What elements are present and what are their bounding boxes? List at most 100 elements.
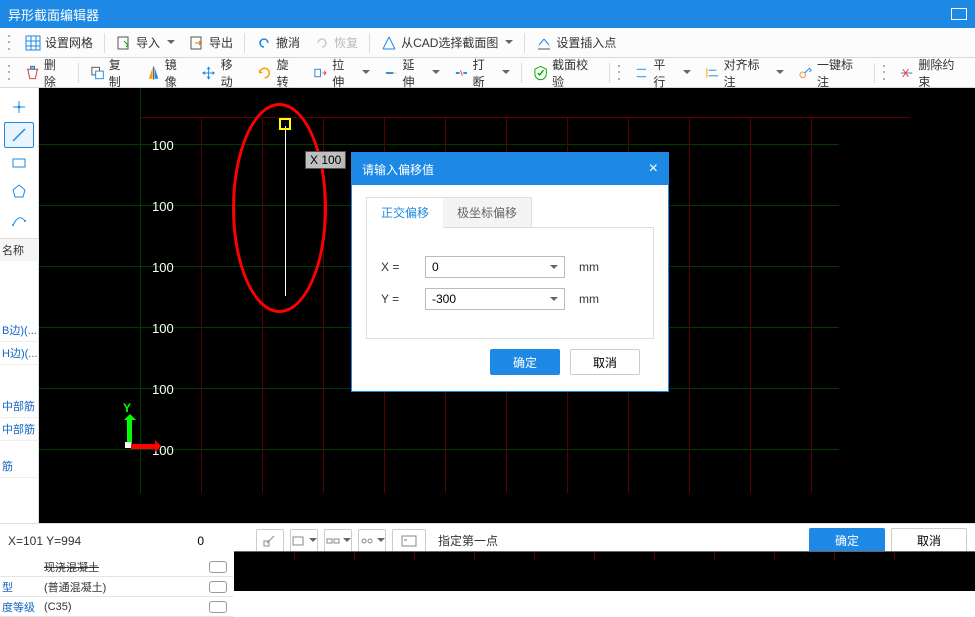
toolbar-grip-icon (8, 33, 14, 53)
grid-line (201, 117, 202, 493)
coordinate-readout: X=101 Y=994 (8, 534, 158, 548)
ruler-label: 100 (152, 260, 174, 275)
property-item[interactable]: 中部筋 (0, 418, 39, 441)
ruler-label: 100 (152, 321, 174, 336)
toolbar-edit: 删除 复制 镜像 移动 旋转 拉伸 延伸 打断 截面校验 平行 (0, 58, 975, 88)
status-ok-button[interactable]: 确定 (809, 528, 885, 554)
point-icon (11, 99, 27, 115)
dialog-ok-button[interactable]: 确定 (490, 349, 560, 375)
separator (369, 33, 370, 53)
curve-icon (11, 211, 27, 227)
window-title: 异形截面编辑器 (8, 5, 99, 24)
delete-icon (25, 65, 40, 81)
row-label: 型 (0, 579, 40, 595)
separator (609, 63, 610, 83)
delete-label: 删除 (44, 56, 67, 90)
close-icon[interactable]: × (649, 160, 658, 178)
break-icon (454, 65, 469, 81)
ruler-label: 100 (152, 138, 174, 153)
annotation-ellipse (232, 103, 327, 313)
status-cancel-button[interactable]: 取消 (891, 528, 967, 554)
x-input[interactable]: 0 (425, 256, 565, 278)
grid-line (689, 117, 690, 493)
separator (874, 63, 875, 83)
undo-label: 撤消 (276, 34, 300, 51)
snap-center-button[interactable] (324, 529, 352, 553)
snap-endpoint-button[interactable] (256, 529, 284, 553)
chevron-down-icon (502, 70, 510, 78)
property-item[interactable]: 筋 (0, 455, 39, 478)
dialog-content: X = 0 mm Y = -300 mm (366, 227, 654, 339)
x-value: 0 (432, 260, 439, 274)
terminal-icon (401, 533, 417, 549)
stretch-label: 拉伸 (332, 56, 354, 90)
align-icon (705, 65, 720, 81)
polygon-tool[interactable] (4, 178, 34, 204)
chevron-down-icon (683, 70, 691, 78)
rect-icon (11, 155, 27, 171)
break-label: 打断 (473, 56, 495, 90)
chevron-down-icon (377, 538, 385, 546)
unit-label: mm (579, 292, 599, 306)
grid-line (811, 117, 812, 493)
unit-label: mm (579, 260, 599, 274)
line-tool[interactable] (4, 122, 34, 148)
onekey-label: 一键标注 (817, 56, 863, 90)
set-grid-label: 设置网格 (45, 34, 93, 51)
tab-polar[interactable]: 极坐标偏移 (443, 198, 531, 228)
check-icon (533, 65, 548, 81)
chevron-down-icon (550, 297, 558, 305)
rect-tool[interactable] (4, 150, 34, 176)
row-label: 度等级 (0, 599, 40, 615)
offset-dialog: 请输入偏移值 × 正交偏移 极坐标偏移 X = 0 mm Y = -300 mm… (351, 152, 669, 392)
verify-label: 截面校验 (552, 56, 598, 90)
drawn-line (285, 126, 286, 296)
line-icon (11, 127, 27, 143)
curve-tool[interactable] (4, 206, 34, 232)
x-label: X = (381, 260, 411, 274)
snap-node-button[interactable] (358, 529, 386, 553)
tab-ortho[interactable]: 正交偏移 (367, 198, 443, 228)
property-row[interactable]: 度等级 (C35) (0, 597, 233, 617)
maximize-icon[interactable] (951, 8, 967, 20)
property-item[interactable]: 中部筋 (0, 395, 39, 418)
export-label: 导出 (209, 34, 233, 51)
delete-constraint-label: 删除约束 (918, 56, 964, 90)
separator (244, 33, 245, 53)
mirror-icon (146, 65, 161, 81)
snap-icon (325, 533, 340, 549)
y-label: Y = (381, 292, 411, 306)
axis-origin (125, 442, 131, 448)
separator (521, 63, 522, 83)
cad-label: 从CAD选择截面图 (401, 34, 498, 51)
command-input-icon[interactable] (392, 529, 426, 553)
property-rows: 现浇混凝土 型 (普通混凝土) 度等级 (C35) (0, 557, 233, 617)
property-row[interactable]: 型 (普通混凝土) (0, 577, 233, 597)
property-item[interactable]: B边)(... (0, 319, 39, 342)
snap-icon (359, 533, 374, 549)
checkbox[interactable] (209, 561, 227, 573)
property-row[interactable]: 现浇混凝土 (0, 557, 233, 577)
mirror-label: 镜像 (165, 56, 188, 90)
dialog-title-bar[interactable]: 请输入偏移值 × (352, 153, 668, 185)
extend-label: 延伸 (402, 56, 424, 90)
ruler-label: 100 (152, 382, 174, 397)
rotate-label: 旋转 (277, 56, 300, 90)
point-tool[interactable] (4, 94, 34, 120)
separator (524, 33, 525, 53)
snap-icon (291, 533, 306, 549)
snap-mid-button[interactable] (290, 529, 318, 553)
y-input[interactable]: -300 (425, 288, 565, 310)
dialog-cancel-button[interactable]: 取消 (570, 349, 640, 375)
chevron-down-icon (432, 70, 440, 78)
preview-strip (234, 551, 975, 591)
selection-handle[interactable] (279, 118, 291, 130)
copy-label: 复制 (109, 56, 132, 90)
property-item[interactable]: H边)(... (0, 342, 39, 365)
extend-icon (384, 65, 399, 81)
insert-icon (536, 35, 552, 51)
import-label: 导入 (136, 34, 160, 51)
checkbox[interactable] (209, 601, 227, 613)
ruler-label: 100 (152, 199, 174, 214)
move-label: 移动 (221, 56, 244, 90)
